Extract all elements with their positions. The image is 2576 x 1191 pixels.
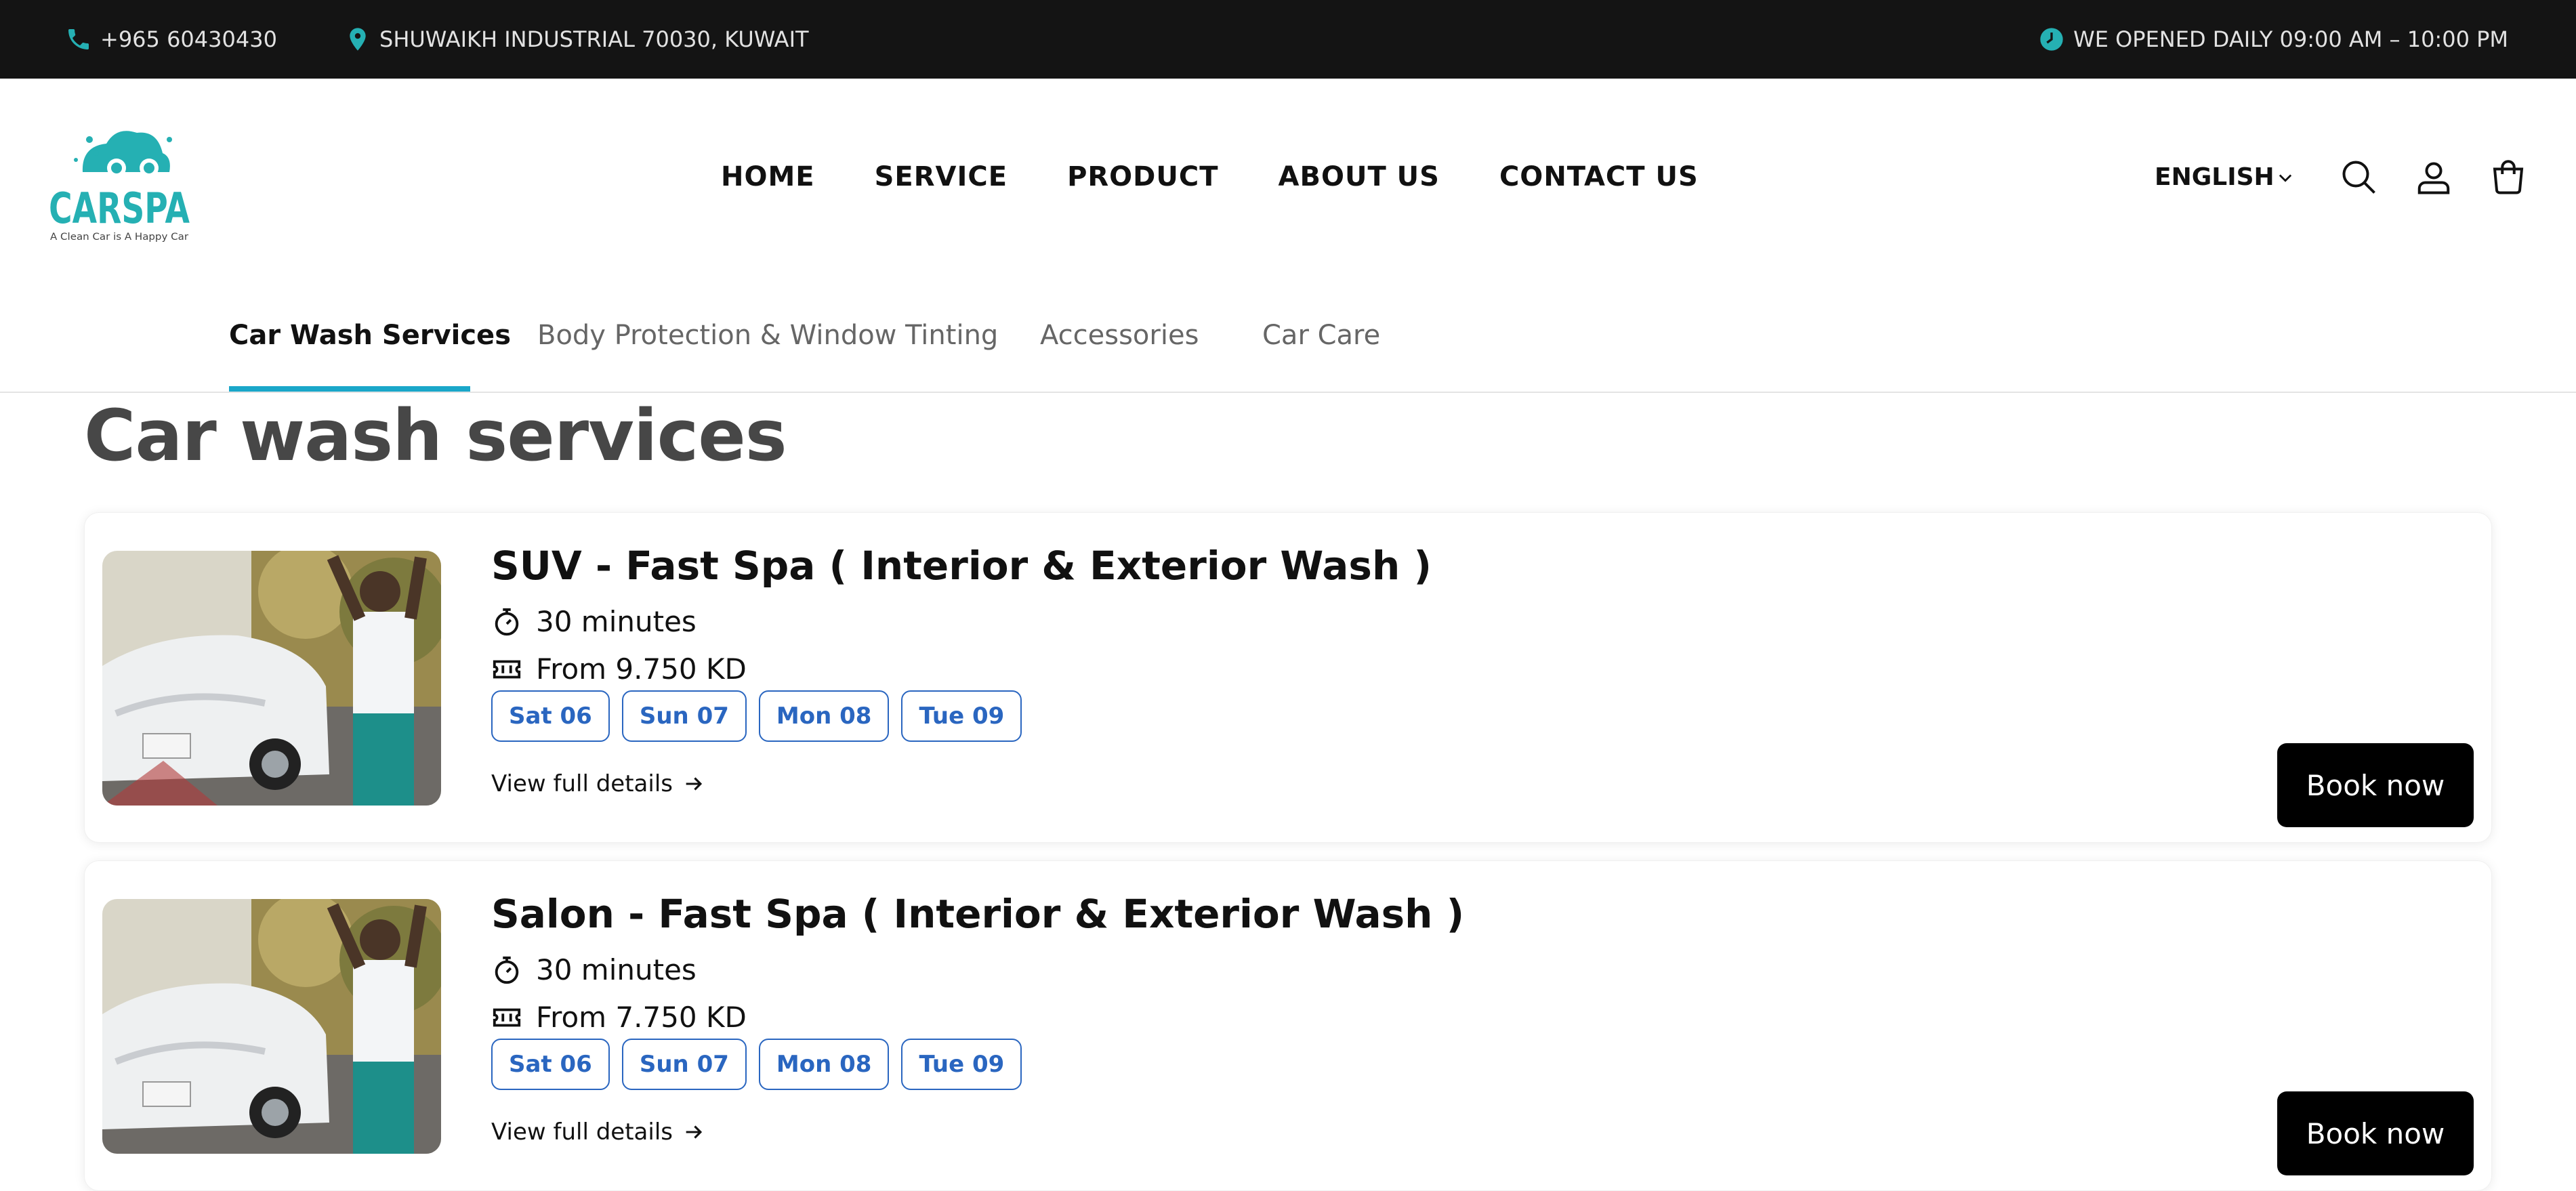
tab-car-wash-services[interactable]: Car Wash Services xyxy=(229,320,511,351)
active-tab-indicator xyxy=(229,386,470,392)
price-text: From 9.750 KD xyxy=(536,652,747,686)
language-label: ENGLISH xyxy=(2155,163,2274,191)
logo-mark: CARSPA A Clean Car is A Happy Car xyxy=(49,131,190,243)
nav-product[interactable]: PRODUCT xyxy=(1067,161,1218,192)
topbar-address: SHUWAIKH INDUSTRIAL 70030, KUWAIT xyxy=(344,0,809,79)
phone-icon xyxy=(68,29,89,49)
arrow-right-icon xyxy=(686,1125,703,1139)
cart-icon[interactable] xyxy=(2488,157,2529,198)
topbar-phone-text: +965 60430430 xyxy=(100,26,277,52)
book-now-button[interactable]: Book now xyxy=(2277,1091,2474,1175)
page-title: Car wash services xyxy=(84,394,787,477)
brand-logo[interactable]: CARSPA A Clean Car is A Happy Car xyxy=(49,112,191,248)
service-image[interactable] xyxy=(102,899,441,1154)
stopwatch-icon xyxy=(495,956,519,984)
nav-about-us[interactable]: ABOUT US xyxy=(1279,161,1440,192)
ticket-icon xyxy=(493,660,521,678)
main-nav: HOME SERVICE PRODUCT ABOUT US CONTACT US xyxy=(721,161,1758,192)
date-chip[interactable]: Sat 06 xyxy=(491,1039,610,1090)
stopwatch-icon xyxy=(495,608,519,635)
service-title[interactable]: Salon - Fast Spa ( Interior & Exterior W… xyxy=(491,891,1464,937)
nav-contact-us[interactable]: CONTACT US xyxy=(1499,161,1699,192)
location-pin-icon xyxy=(350,28,366,51)
topbar-hours-text: WE OPENED DAILY 09:00 AM – 10:00 PM xyxy=(2073,26,2508,52)
topbar-phone[interactable]: +965 60430430 xyxy=(65,0,277,79)
service-card: SUV - Fast Spa ( Interior & Exterior Was… xyxy=(84,512,2492,843)
arrow-right-icon xyxy=(686,777,703,791)
nav-service[interactable]: SERVICE xyxy=(875,161,1007,192)
svg-text:CARSPA: CARSPA xyxy=(49,184,190,233)
clock-icon xyxy=(2040,28,2063,51)
top-info-bar: +965 60430430 SHUWAIKH INDUSTRIAL 70030,… xyxy=(0,0,2576,79)
view-full-details-link[interactable]: View full details xyxy=(491,770,705,797)
topbar-hours: WE OPENED DAILY 09:00 AM – 10:00 PM xyxy=(2038,0,2508,79)
book-now-button[interactable]: Book now xyxy=(2277,743,2474,827)
service-image[interactable] xyxy=(102,551,441,806)
date-chip[interactable]: Tue 09 xyxy=(901,1039,1022,1090)
duration-text: 30 minutes xyxy=(536,605,697,638)
tab-body-protection[interactable]: Body Protection & Window Tinting xyxy=(537,320,998,351)
tab-accessories[interactable]: Accessories xyxy=(1040,320,1199,351)
date-chip[interactable]: Sat 06 xyxy=(491,690,610,742)
date-chip[interactable]: Sun 07 xyxy=(621,690,747,742)
topbar-address-text: SHUWAIKH INDUSTRIAL 70030, KUWAIT xyxy=(379,26,809,52)
tab-car-care[interactable]: Car Care xyxy=(1262,320,1380,351)
available-dates: Sat 06 Sun 07 Mon 08 Tue 09 xyxy=(491,1039,1034,1090)
chevron-down-icon xyxy=(2279,174,2291,182)
view-full-details-link[interactable]: View full details xyxy=(491,1119,705,1146)
available-dates: Sat 06 Sun 07 Mon 08 Tue 09 xyxy=(491,690,1034,742)
date-chip[interactable]: Sun 07 xyxy=(621,1039,747,1090)
date-chip[interactable]: Tue 09 xyxy=(901,690,1022,742)
service-category-tabs: Car Wash Services Body Protection & Wind… xyxy=(0,282,2576,393)
service-duration: 30 minutes xyxy=(491,953,697,986)
language-selector[interactable]: ENGLISH xyxy=(2155,163,2295,191)
nav-home[interactable]: HOME xyxy=(721,161,815,192)
svg-text:A Clean Car is A Happy Car: A Clean Car is A Happy Car xyxy=(50,232,188,243)
service-card: Salon - Fast Spa ( Interior & Exterior W… xyxy=(84,860,2492,1191)
duration-text: 30 minutes xyxy=(536,953,697,986)
date-chip[interactable]: Mon 08 xyxy=(758,1039,890,1090)
details-label: View full details xyxy=(491,1119,673,1146)
service-duration: 30 minutes xyxy=(491,605,697,638)
site-header: CARSPA A Clean Car is A Happy Car HOME S… xyxy=(0,79,2576,282)
service-price: From 9.750 KD xyxy=(491,652,747,686)
details-label: View full details xyxy=(491,770,673,797)
service-price: From 7.750 KD xyxy=(491,1001,747,1034)
price-text: From 7.750 KD xyxy=(536,1001,747,1034)
date-chip[interactable]: Mon 08 xyxy=(758,690,890,742)
search-icon[interactable] xyxy=(2339,157,2380,198)
user-icon[interactable] xyxy=(2413,157,2454,198)
service-title[interactable]: SUV - Fast Spa ( Interior & Exterior Was… xyxy=(491,543,1432,589)
ticket-icon xyxy=(493,1008,521,1026)
